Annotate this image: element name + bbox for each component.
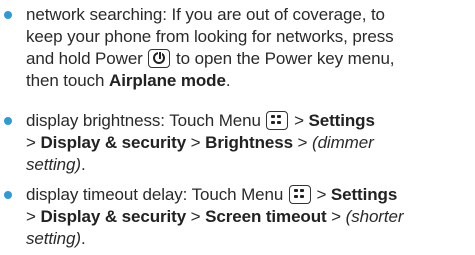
- tip-line: setting).: [26, 228, 474, 250]
- tip-text: to open the Power key menu,: [171, 49, 395, 68]
- settings-label: Settings: [330, 185, 398, 204]
- tip-network-searching: network searching: If you are out of cov…: [4, 4, 474, 92]
- tip-text: .: [225, 71, 231, 90]
- tip-text: >: [292, 133, 313, 152]
- tip-display-timeout: display timeout delay: Touch Menu > Sett…: [4, 184, 474, 250]
- tip-line: keep your phone from looking for network…: [26, 26, 474, 48]
- settings-label: Settings: [308, 111, 375, 130]
- tip-text: then touch: [26, 71, 110, 90]
- screen-timeout-label: Screen timeout: [205, 207, 327, 226]
- tip-line: setting).: [26, 154, 474, 176]
- menu-key-icon: [266, 111, 289, 130]
- brightness-label: Brightness: [205, 133, 293, 152]
- display-security-label: Display & security: [40, 207, 187, 226]
- tip-text: display timeout delay: Touch Menu: [26, 185, 288, 204]
- tip-text: >: [326, 207, 346, 226]
- bullet-icon: [4, 191, 12, 199]
- tip-text: display brightness: Touch Menu: [26, 111, 266, 130]
- setting-hint: setting): [26, 155, 81, 174]
- airplane-mode-label: Airplane mode: [109, 71, 226, 90]
- tip-line: > Display & security > Screen timeout > …: [26, 206, 474, 228]
- tip-text: .: [80, 155, 86, 174]
- tip-line: display brightness: Touch Menu > Setting…: [26, 110, 474, 132]
- bullet-icon: [4, 117, 12, 125]
- tip-text: >: [26, 133, 41, 152]
- tip-text: >: [186, 133, 206, 152]
- tip-line: > Display & security > Brightness > (dim…: [26, 132, 474, 154]
- tip-text: .: [80, 229, 86, 248]
- document-page: network searching: If you are out of cov…: [0, 0, 475, 255]
- display-security-label: Display & security: [40, 133, 187, 152]
- tip-line: and hold Power to open the Power key men…: [26, 48, 474, 70]
- tip-text: network searching: If you are out of cov…: [26, 5, 385, 24]
- tip-display-brightness: display brightness: Touch Menu > Setting…: [4, 110, 474, 176]
- tip-text: >: [311, 185, 331, 204]
- bullet-icon: [4, 11, 12, 19]
- setting-hint: (shorter: [345, 207, 404, 226]
- tip-text: >: [186, 207, 206, 226]
- tip-text: >: [26, 207, 41, 226]
- setting-hint: setting): [26, 229, 81, 248]
- tip-text: and hold Power: [26, 49, 148, 68]
- tip-line: display timeout delay: Touch Menu > Sett…: [26, 184, 474, 206]
- power-key-icon: [148, 49, 171, 68]
- tip-text: >: [289, 111, 309, 130]
- setting-hint: (dimmer: [312, 133, 374, 152]
- tip-line: then touch Airplane mode.: [26, 70, 474, 92]
- tip-text: keep your phone from looking for network…: [26, 27, 394, 46]
- tip-line: network searching: If you are out of cov…: [26, 4, 474, 26]
- menu-key-icon: [288, 185, 311, 204]
